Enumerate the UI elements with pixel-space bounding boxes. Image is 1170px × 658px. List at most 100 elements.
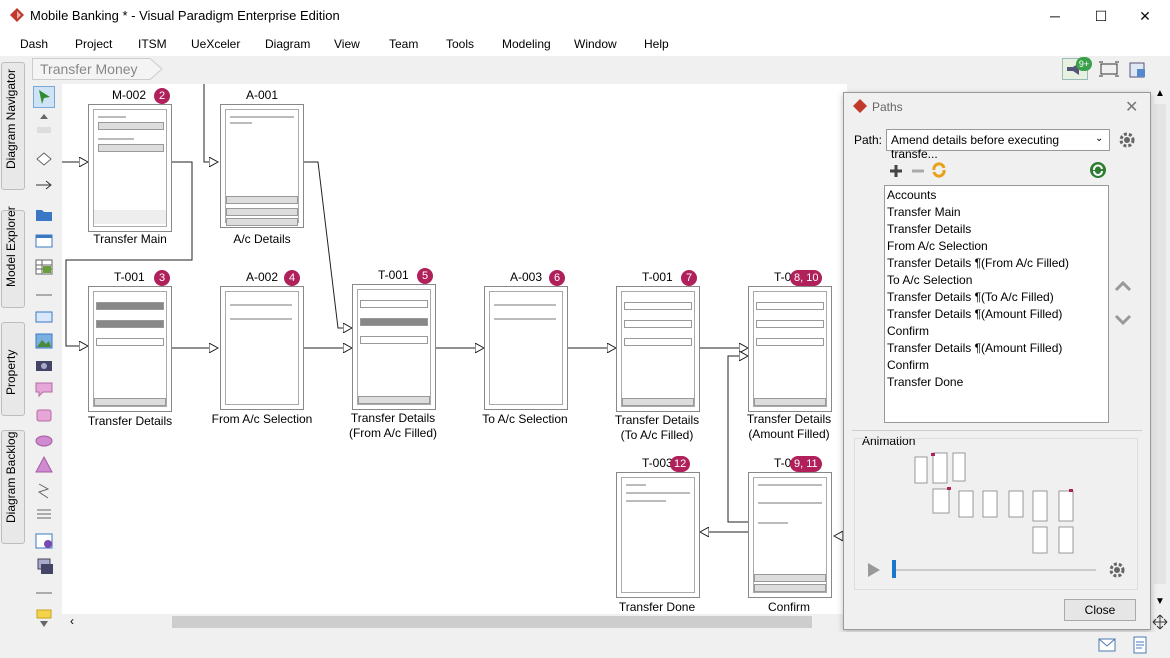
flow-arrow-icon[interactable] <box>33 174 55 196</box>
stack-icon[interactable] <box>33 556 55 578</box>
table-icon[interactable] <box>33 256 55 278</box>
screen-transfer-details-amount-filled[interactable] <box>748 286 832 412</box>
zigzag-icon[interactable] <box>33 480 55 502</box>
menu-tools[interactable]: Tools <box>446 37 474 51</box>
tab-diagram-navigator-label: Diagram Navigator <box>4 68 18 169</box>
list-item[interactable]: Confirm <box>887 324 929 338</box>
mail-icon[interactable] <box>1098 638 1116 652</box>
list-item[interactable]: Transfer Details ¶(Amount Filled) <box>887 341 1062 355</box>
menu-diagram[interactable]: Diagram <box>265 37 310 51</box>
plus-icon[interactable] <box>888 163 904 179</box>
screen-frame <box>225 291 299 405</box>
caption-line: Transfer Details <box>614 413 700 427</box>
folder-icon[interactable] <box>33 204 55 226</box>
list-item[interactable]: Transfer Details <box>887 222 971 236</box>
screen-transfer-main[interactable] <box>88 104 172 232</box>
lines-icon[interactable] <box>33 504 55 526</box>
document-edit-icon[interactable] <box>1132 636 1148 654</box>
screen-icon[interactable] <box>33 530 55 552</box>
mock-text <box>758 484 822 486</box>
menu-help[interactable]: Help <box>644 37 669 51</box>
vertical-scrollbar[interactable]: ▲ ▼ <box>1152 84 1168 614</box>
menu-view[interactable]: View <box>334 37 360 51</box>
screen-to-ac-selection[interactable] <box>484 286 568 410</box>
screen-transfer-details[interactable] <box>88 286 172 412</box>
scrollbar-thumb[interactable] <box>172 616 812 628</box>
rectangle-icon[interactable] <box>33 404 55 426</box>
list-item[interactable]: Transfer Details ¶(From A/c Filled) <box>887 256 1069 270</box>
window-icon[interactable] <box>33 230 55 252</box>
play-icon[interactable] <box>866 561 882 579</box>
scroll-left-icon[interactable]: ‹ <box>70 614 74 628</box>
tab-model-explorer[interactable]: Model Explorer <box>1 206 25 308</box>
caption-line: (To A/c Filled) <box>620 428 694 442</box>
refresh-icon[interactable] <box>930 161 948 179</box>
callout-icon[interactable] <box>33 378 55 400</box>
mock-text <box>230 116 294 118</box>
ellipse-icon[interactable] <box>33 430 55 452</box>
screen-confirm[interactable] <box>748 472 832 598</box>
list-item[interactable]: Transfer Main <box>887 205 961 219</box>
step-badge: 9, 11 <box>790 456 822 472</box>
path-select[interactable]: Amend details before executing transfe..… <box>886 129 1110 161</box>
menu-window[interactable]: Window <box>574 37 617 51</box>
move-icon[interactable] <box>1152 614 1168 630</box>
sync-icon[interactable] <box>1089 161 1107 179</box>
menu-dash[interactable]: Dash <box>20 37 48 51</box>
scroll-down-icon[interactable] <box>33 618 55 630</box>
gear-icon[interactable] <box>1118 131 1136 149</box>
line-icon[interactable] <box>33 284 55 306</box>
menu-modeling[interactable]: Modeling <box>502 37 551 51</box>
horizontal-scrollbar[interactable]: ‹ <box>62 614 847 630</box>
screen-id-t001: T-001 <box>642 270 673 284</box>
camera-icon[interactable] <box>33 354 55 376</box>
decision-icon[interactable] <box>33 148 55 170</box>
scroll-up-icon[interactable] <box>33 110 55 120</box>
divider-icon[interactable] <box>33 582 55 604</box>
list-item[interactable]: Transfer Done <box>887 375 963 389</box>
gear-icon[interactable] <box>1108 561 1126 579</box>
image-icon[interactable] <box>33 330 55 352</box>
breadcrumb[interactable]: Transfer Money <box>32 58 163 80</box>
close-button[interactable]: Close <box>1064 599 1136 621</box>
screen-from-ac-selection[interactable] <box>220 286 304 410</box>
triangle-icon[interactable] <box>33 454 55 476</box>
list-item[interactable]: Accounts <box>887 188 936 202</box>
screen-transfer-details-to-filled[interactable] <box>616 286 700 412</box>
move-down-icon[interactable] <box>1114 313 1132 327</box>
screen-transfer-done[interactable] <box>616 472 700 598</box>
tab-diagram-navigator[interactable]: Diagram Navigator <box>1 62 25 190</box>
select-tool-icon[interactable] <box>33 86 55 108</box>
fit-diagram-icon[interactable] <box>1098 60 1120 78</box>
animation-slider[interactable] <box>892 569 1096 571</box>
minimize-button[interactable]: ─ <box>1032 0 1078 32</box>
scrollbar-track[interactable] <box>1154 104 1166 584</box>
minus-icon[interactable] <box>910 163 926 179</box>
menu-project[interactable]: Project <box>75 37 112 51</box>
textfield-icon[interactable] <box>33 306 55 328</box>
diagram-canvas[interactable]: M-002 2 Transfer Main A-001 A/c Details … <box>62 84 847 614</box>
scroll-down-icon[interactable]: ▼ <box>1155 596 1165 607</box>
path-list[interactable]: Accounts Transfer Main Transfer Details … <box>884 185 1109 423</box>
menu-team[interactable]: Team <box>389 37 418 51</box>
close-window-button[interactable]: ✕ <box>1122 0 1168 32</box>
tab-property[interactable]: Property <box>1 322 25 416</box>
maximize-button[interactable]: ☐ <box>1078 0 1124 32</box>
list-item[interactable]: To A/c Selection <box>887 273 972 287</box>
close-icon[interactable]: ✕ <box>1125 97 1138 117</box>
screen-transfer-details-from-filled[interactable] <box>352 284 436 410</box>
menu-itsm[interactable]: ITSM <box>138 37 167 51</box>
mock-dropdown <box>96 320 164 328</box>
list-item[interactable]: Confirm <box>887 358 929 372</box>
shape-bar-icon[interactable] <box>33 124 55 134</box>
animation-slider-thumb[interactable] <box>892 560 896 578</box>
scroll-up-icon[interactable]: ▲ <box>1155 88 1165 99</box>
diagram-properties-icon[interactable] <box>1128 60 1148 80</box>
screen-ac-details[interactable] <box>220 104 304 228</box>
list-item[interactable]: Transfer Details ¶(Amount Filled) <box>887 307 1062 321</box>
list-item[interactable]: From A/c Selection <box>887 239 988 253</box>
move-up-icon[interactable] <box>1114 279 1132 293</box>
list-item[interactable]: Transfer Details ¶(To A/c Filled) <box>887 290 1054 304</box>
tab-diagram-backlog[interactable]: Diagram Backlog <box>1 430 25 544</box>
menu-uexceler[interactable]: UeXceler <box>191 37 240 51</box>
